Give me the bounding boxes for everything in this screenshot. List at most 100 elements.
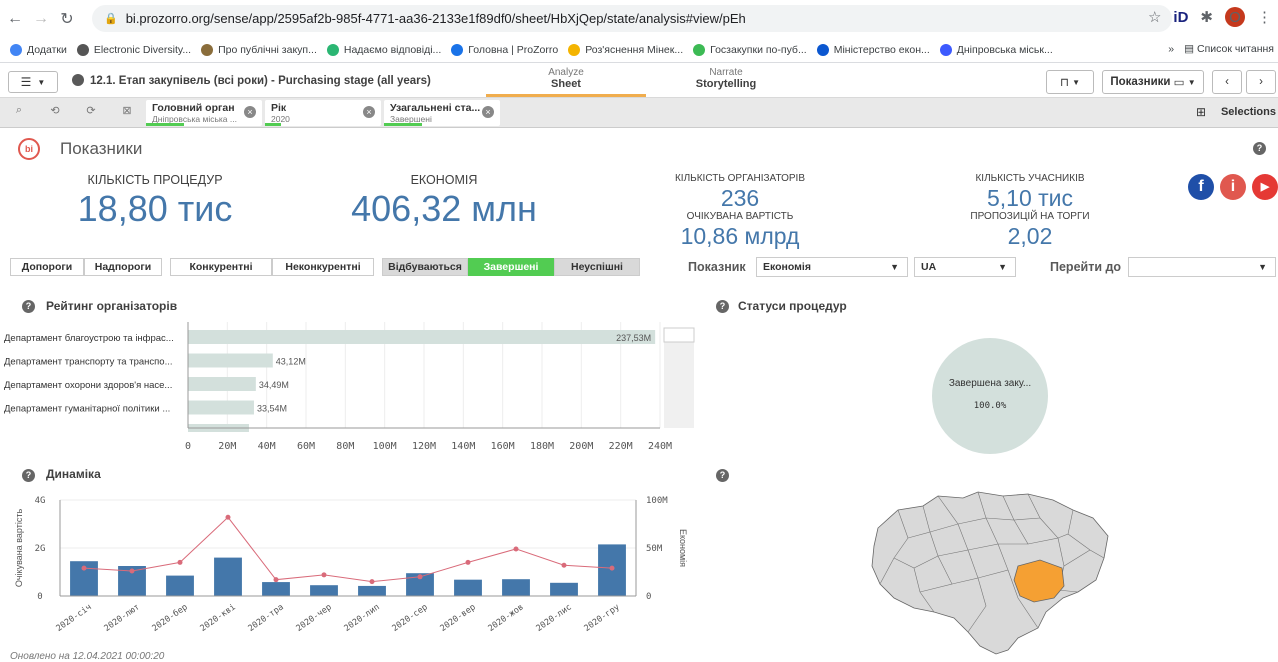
- indicator-dropdown[interactable]: Економія ▼: [756, 257, 908, 277]
- bookmarks-more[interactable]: »: [1168, 43, 1174, 55]
- clear-all-icon[interactable]: ⊠: [118, 104, 136, 122]
- clear-selection-icon[interactable]: ×: [363, 106, 375, 118]
- economy-line[interactable]: [83, 516, 613, 583]
- map-region[interactable]: [871, 491, 1109, 655]
- bookmark-button[interactable]: ⊓ ▼: [1046, 70, 1094, 94]
- selection-chip-status[interactable]: Узагальнені ста... Завершені ×: [384, 100, 500, 126]
- bar[interactable]: [358, 585, 386, 596]
- filter-ongoing[interactable]: Відбуваються: [382, 258, 468, 276]
- bar[interactable]: [502, 579, 530, 596]
- extension-icon[interactable]: iD: [1173, 9, 1188, 26]
- menu-dots-icon[interactable]: ⋮: [1257, 8, 1272, 26]
- avatar[interactable]: O: [1225, 7, 1245, 27]
- ukraine-map[interactable]: [868, 488, 1114, 656]
- filter-competitive[interactable]: Конкурентні: [170, 258, 272, 276]
- category-label: Департамент транспорту та транспо...: [4, 357, 173, 368]
- bookmark-item[interactable]: Додатки: [10, 43, 67, 56]
- filter-below-threshold[interactable]: Допороги: [10, 258, 84, 276]
- scrollbar-thumb[interactable]: [663, 327, 695, 343]
- x-tick-label: 2020-лип: [342, 602, 381, 634]
- goto-dropdown[interactable]: ▼: [1128, 257, 1276, 277]
- filter-non-competitive[interactable]: Неконкурентні: [272, 258, 374, 276]
- bar[interactable]: [550, 582, 578, 596]
- help-icon[interactable]: ?: [1253, 142, 1266, 155]
- step-back-icon[interactable]: ⟲: [46, 104, 64, 122]
- help-icon[interactable]: ?: [22, 300, 35, 313]
- star-icon[interactable]: ☆: [1148, 8, 1161, 26]
- bookmark-item[interactable]: Міністерство екон...: [816, 43, 930, 56]
- bookmark-item[interactable]: Роз'яснення Мінек...: [568, 43, 683, 56]
- bar[interactable]: [188, 400, 254, 415]
- status-pie-chart[interactable]: Завершена заку... 100.0%: [930, 336, 1050, 456]
- reading-list[interactable]: ▤ Список читання: [1184, 43, 1274, 55]
- forward-icon[interactable]: →: [30, 8, 52, 30]
- bookmark-item[interactable]: Надаємо відповіді...: [326, 43, 441, 56]
- help-icon[interactable]: ?: [716, 300, 729, 313]
- bar[interactable]: [188, 353, 273, 368]
- x-tick-label: 2020-бер: [150, 601, 190, 634]
- bar[interactable]: [262, 582, 290, 596]
- global-menu-button[interactable]: ☰ ▼: [8, 71, 58, 93]
- line-point[interactable]: [225, 514, 231, 520]
- filter-unsuccessful[interactable]: Неуспішні: [554, 258, 640, 276]
- dynamics-chart[interactable]: 4G 100M 2G 50M 0 0 Очікувана вартість Економія 2…: [0, 488, 700, 648]
- bar[interactable]: [166, 575, 194, 596]
- bookmark-item[interactable]: Про публічні закуп...: [201, 43, 317, 56]
- selections-button[interactable]: Selections: [1221, 106, 1276, 118]
- currency-dropdown[interactable]: UA ▼: [914, 257, 1016, 277]
- sheet-selector[interactable]: Показники ▭ ▼: [1102, 70, 1204, 94]
- bookmark-item[interactable]: Головна | ProZorro: [451, 43, 558, 56]
- x-tick-label: 0: [185, 441, 191, 452]
- selections-tool-icon[interactable]: ⊞: [1196, 105, 1206, 119]
- kpi-expected-label: ОЧІКУВАНА ВАРТІСТЬ: [686, 211, 794, 222]
- reload-icon[interactable]: ↻: [56, 8, 78, 30]
- line-point[interactable]: [465, 559, 471, 565]
- line-point[interactable]: [417, 574, 423, 580]
- info-icon[interactable]: i: [1220, 174, 1246, 200]
- help-icon[interactable]: ?: [716, 469, 729, 482]
- line-point[interactable]: [561, 562, 567, 568]
- bar[interactable]: [454, 579, 482, 596]
- line-point[interactable]: [129, 568, 135, 574]
- clear-selection-icon[interactable]: ×: [244, 106, 256, 118]
- puzzle-icon[interactable]: ✱: [1200, 8, 1213, 26]
- rating-chart[interactable]: 0 20M 40M 60M 80M 100M 120M 140M 160M 180M 200M 220…: [0, 318, 700, 456]
- line-point[interactable]: [609, 565, 615, 571]
- tab-analyze[interactable]: Analyze Sheet: [486, 67, 646, 97]
- y-left-label: Очікувана вартість: [14, 509, 24, 588]
- bar[interactable]: [188, 330, 656, 344]
- bar[interactable]: [188, 377, 256, 391]
- kpi-economy-value: 406,32 млн: [351, 188, 537, 229]
- prev-sheet-button[interactable]: ‹: [1212, 70, 1242, 94]
- line-point[interactable]: [81, 565, 87, 571]
- value-label: 33,54M: [257, 404, 287, 414]
- back-icon[interactable]: ←: [4, 8, 26, 30]
- selection-chip-year[interactable]: Рік 2020 ×: [265, 100, 381, 126]
- address-bar[interactable]: 🔒 bi.prozorro.org/sense/app/2595af2b-985…: [92, 5, 1172, 32]
- line-point[interactable]: [369, 579, 375, 585]
- filter-completed[interactable]: Завершені: [468, 258, 554, 276]
- clear-selection-icon[interactable]: ×: [482, 106, 494, 118]
- mini-chart-scrollbar[interactable]: [664, 328, 694, 428]
- line-point[interactable]: [513, 546, 519, 552]
- category-label: Департамент гуманітарної політики ...: [4, 404, 170, 415]
- tab-narrate[interactable]: Narrate Storytelling: [646, 67, 806, 97]
- selection-chip-organ[interactable]: Головний орган Дніпровська міська ... ×: [146, 100, 262, 126]
- line-point[interactable]: [177, 559, 183, 565]
- line-point[interactable]: [321, 572, 327, 578]
- smart-search-icon[interactable]: ⌕: [10, 104, 28, 122]
- next-sheet-button[interactable]: ›: [1246, 70, 1276, 94]
- bookmark-item[interactable]: Electronic Diversity...: [76, 43, 191, 56]
- facebook-icon[interactable]: f: [1188, 174, 1214, 200]
- bookmark-item[interactable]: Госзакупки по-пуб...: [693, 43, 807, 56]
- filter-above-threshold[interactable]: Надпороги: [84, 258, 162, 276]
- line-point[interactable]: [273, 577, 279, 583]
- help-icon[interactable]: ?: [22, 469, 35, 482]
- pie-slice[interactable]: [932, 338, 1048, 454]
- bar[interactable]: [214, 557, 242, 596]
- app-title[interactable]: 12.1. Етап закупівель (всі роки) - Purch…: [72, 74, 431, 87]
- bookmark-item[interactable]: Дніпровська міськ...: [939, 43, 1053, 56]
- bar[interactable]: [310, 585, 338, 596]
- step-forward-icon[interactable]: ⟳: [82, 104, 100, 122]
- youtube-icon[interactable]: ▶: [1252, 174, 1278, 200]
